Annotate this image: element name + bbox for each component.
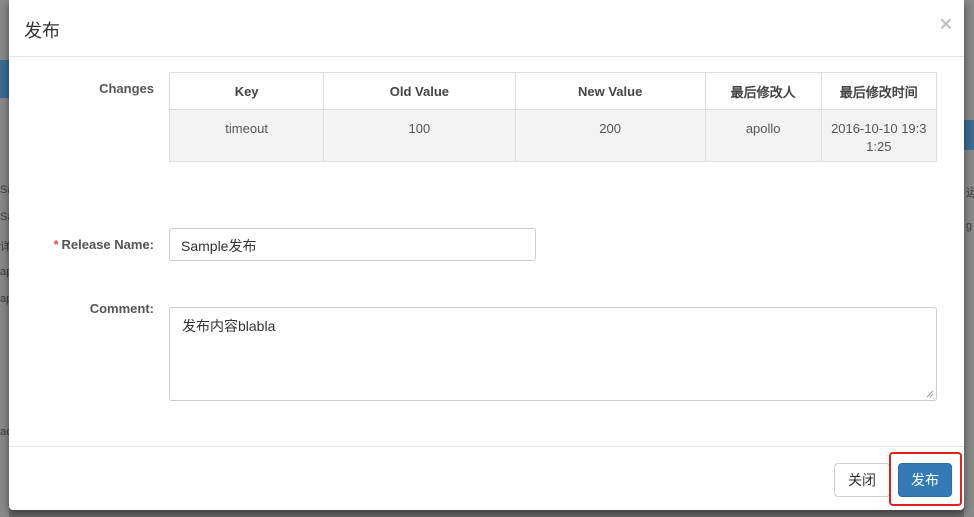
required-mark: * bbox=[53, 237, 59, 252]
column-header-key: Key bbox=[168, 72, 325, 110]
cell-modified-time: 2016-10-10 19:31:25 bbox=[820, 109, 938, 162]
dialog-header: 发布 × bbox=[9, 0, 964, 57]
changes-label: Changes bbox=[99, 81, 154, 96]
column-header-modified-time: 最后修改时间 bbox=[820, 72, 938, 110]
dialog-footer: 关闭 发布 bbox=[9, 446, 964, 511]
dialog-title: 发布 bbox=[24, 21, 60, 41]
resize-handle-icon[interactable] bbox=[926, 390, 934, 398]
column-header-old-value: Old Value bbox=[323, 72, 516, 110]
changes-table: Key Old Value New Value 最后修改人 最后修改时间 tim… bbox=[168, 72, 938, 162]
column-header-modifier: 最后修改人 bbox=[704, 72, 822, 110]
background-text: g bbox=[966, 220, 973, 232]
close-button[interactable]: 关闭 bbox=[834, 463, 890, 497]
comment-label: Comment: bbox=[89, 301, 154, 316]
table-header-row: Key Old Value New Value 最后修改人 最后修改时间 bbox=[168, 72, 938, 110]
release-name-label: Release Name: bbox=[61, 237, 155, 252]
cell-new-value: 200 bbox=[514, 109, 706, 162]
cell-old-value: 100 bbox=[323, 109, 516, 162]
column-header-new-value: New Value bbox=[514, 72, 706, 110]
publish-button[interactable]: 发布 bbox=[898, 463, 952, 497]
release-name-input[interactable]: Sample发布 bbox=[169, 228, 536, 261]
table-row: timeout 100 200 apollo 2016-10-10 19:31:… bbox=[168, 109, 938, 162]
publish-dialog: 发布 × Changes Key Old Value New Value 最后修… bbox=[9, 0, 964, 510]
comment-text: 发布内容blabla bbox=[182, 318, 276, 334]
close-icon[interactable]: × bbox=[940, 14, 952, 35]
comment-textarea[interactable]: 发布内容blabla bbox=[169, 307, 937, 401]
release-name-label-group: * Release Name: bbox=[29, 237, 154, 252]
background-page-right bbox=[964, 0, 974, 517]
cell-key: timeout bbox=[168, 109, 325, 162]
background-text: 运 bbox=[966, 187, 974, 199]
background-button-right bbox=[964, 120, 974, 150]
background-nav-bar-left bbox=[0, 60, 9, 98]
cell-modifier: apollo bbox=[704, 109, 822, 162]
